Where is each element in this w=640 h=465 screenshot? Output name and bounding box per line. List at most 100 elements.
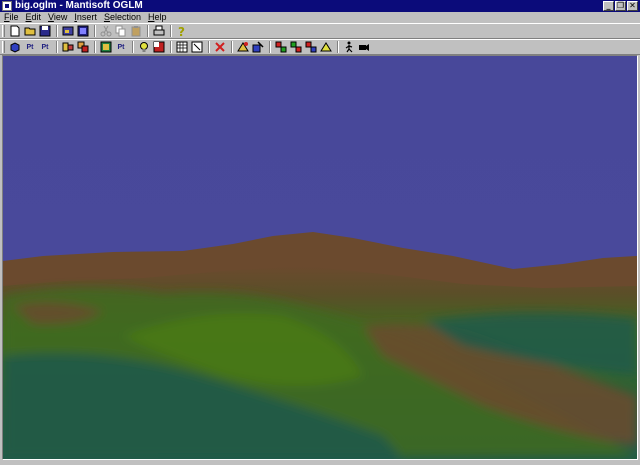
scene-toolbar: Pt Pt Pt xyxy=(0,39,640,55)
standard-toolbar: ? xyxy=(0,23,640,39)
point-tool-2-label: Pt xyxy=(41,43,49,51)
walk-button[interactable] xyxy=(342,40,356,54)
toolbar-separator xyxy=(56,41,58,53)
open-folder-icon xyxy=(24,27,36,36)
camera-target-button[interactable] xyxy=(319,40,333,54)
import-button[interactable] xyxy=(61,24,75,38)
toolbar-separator xyxy=(337,41,339,53)
toolbar-separator xyxy=(132,41,134,53)
save-button[interactable] xyxy=(38,24,52,38)
delete-x-icon xyxy=(215,42,225,52)
menu-view[interactable]: View xyxy=(44,12,70,23)
rotate-object-icon xyxy=(77,41,89,53)
link-icon xyxy=(305,41,317,53)
ungroup-button[interactable] xyxy=(289,40,303,54)
texture-button[interactable] xyxy=(99,40,113,54)
camera-icon xyxy=(359,44,369,51)
pick-button[interactable] xyxy=(251,40,265,54)
menu-edit-label: dit xyxy=(31,12,42,22)
toolbar-separator xyxy=(94,25,96,37)
new-button[interactable] xyxy=(8,24,22,38)
print-icon xyxy=(153,25,165,36)
menu-help-label: elp xyxy=(154,12,167,22)
menu-view-label: iew xyxy=(53,12,68,22)
camera-button[interactable] xyxy=(357,40,371,54)
menu-insert-label: nsert xyxy=(76,12,97,22)
close-button[interactable]: ✕ xyxy=(627,1,638,11)
menu-bar: File Edit View Insert Selection Help xyxy=(0,12,640,23)
toolbar-separator xyxy=(231,41,233,53)
point-tool-3-button[interactable]: Pt xyxy=(114,40,128,54)
title-bar: big.oglm - Mantisoft OGLM _ ❐ ✕ xyxy=(0,0,640,12)
restore-button[interactable]: ❐ xyxy=(615,1,626,11)
edit-mesh-button[interactable] xyxy=(236,40,250,54)
toolbar-separator xyxy=(147,25,149,37)
toolbar-separator xyxy=(170,25,172,37)
edit-mesh-icon xyxy=(237,42,249,52)
cut-button[interactable] xyxy=(99,24,113,38)
save-disk-icon xyxy=(39,25,51,37)
status-bar xyxy=(0,460,640,465)
window-title: big.oglm - Mantisoft OGLM xyxy=(15,0,143,11)
cube-select-icon xyxy=(10,42,20,53)
walking-man-icon xyxy=(345,41,353,53)
link-button[interactable] xyxy=(304,40,318,54)
rotate-object-button[interactable] xyxy=(76,40,90,54)
import-scene-icon xyxy=(62,26,74,36)
light-bulb-icon xyxy=(140,42,148,52)
texture-icon xyxy=(100,41,112,53)
frame-button[interactable] xyxy=(190,40,204,54)
3d-viewport[interactable] xyxy=(2,55,638,460)
new-file-icon xyxy=(10,25,20,37)
camera-target-icon xyxy=(320,42,332,52)
light-button[interactable] xyxy=(137,40,151,54)
ungroup-icon xyxy=(290,41,302,53)
toolbar-separator xyxy=(56,25,58,37)
menu-help[interactable]: Help xyxy=(144,12,170,23)
paste-button[interactable] xyxy=(129,24,143,38)
point-tool-1-button[interactable]: Pt xyxy=(23,40,37,54)
move-object-button[interactable] xyxy=(61,40,75,54)
delete-button[interactable] xyxy=(213,40,227,54)
copy-button[interactable] xyxy=(114,24,128,38)
minimize-button[interactable]: _ xyxy=(603,1,614,11)
grid-icon xyxy=(176,41,188,53)
svg-text:?: ? xyxy=(178,25,185,37)
copy-icon xyxy=(115,25,126,37)
app-icon[interactable] xyxy=(2,1,12,11)
toolbar-separator xyxy=(94,41,96,53)
window-controls: _ ❐ ✕ xyxy=(603,1,638,11)
help-icon: ? xyxy=(178,25,185,37)
toolbar-separator xyxy=(170,41,172,53)
open-button[interactable] xyxy=(23,24,37,38)
grid-button[interactable] xyxy=(175,40,189,54)
export-scene-icon xyxy=(77,25,89,37)
menu-file[interactable]: File xyxy=(0,12,22,23)
cut-scissors-icon xyxy=(100,25,112,37)
menu-selection-label: election xyxy=(109,12,141,22)
frame-icon xyxy=(191,41,203,53)
paste-icon xyxy=(131,26,141,37)
group-icon xyxy=(275,41,287,53)
menu-selection[interactable]: Selection xyxy=(100,12,144,23)
point-tool-2-button[interactable]: Pt xyxy=(38,40,52,54)
terrain-scene xyxy=(3,56,637,459)
point-tool-1-label: Pt xyxy=(26,43,34,51)
move-object-icon xyxy=(62,42,74,52)
material-button[interactable] xyxy=(152,40,166,54)
menu-insert[interactable]: Insert xyxy=(70,12,100,23)
context-help-button[interactable]: ? xyxy=(175,24,189,38)
material-icon xyxy=(153,41,165,53)
pick-icon xyxy=(252,41,264,53)
group-button[interactable] xyxy=(274,40,288,54)
export-button[interactable] xyxy=(76,24,90,38)
toolbar-separator xyxy=(269,41,271,53)
print-button[interactable] xyxy=(152,24,166,38)
point-tool-3-label: Pt xyxy=(117,43,125,51)
toolbar-grip[interactable] xyxy=(2,25,5,37)
menu-edit[interactable]: Edit xyxy=(22,12,45,23)
menu-file-label: ile xyxy=(9,12,19,22)
select-object-button[interactable] xyxy=(8,40,22,54)
toolbar-grip[interactable] xyxy=(2,41,5,53)
toolbar-separator xyxy=(208,41,210,53)
